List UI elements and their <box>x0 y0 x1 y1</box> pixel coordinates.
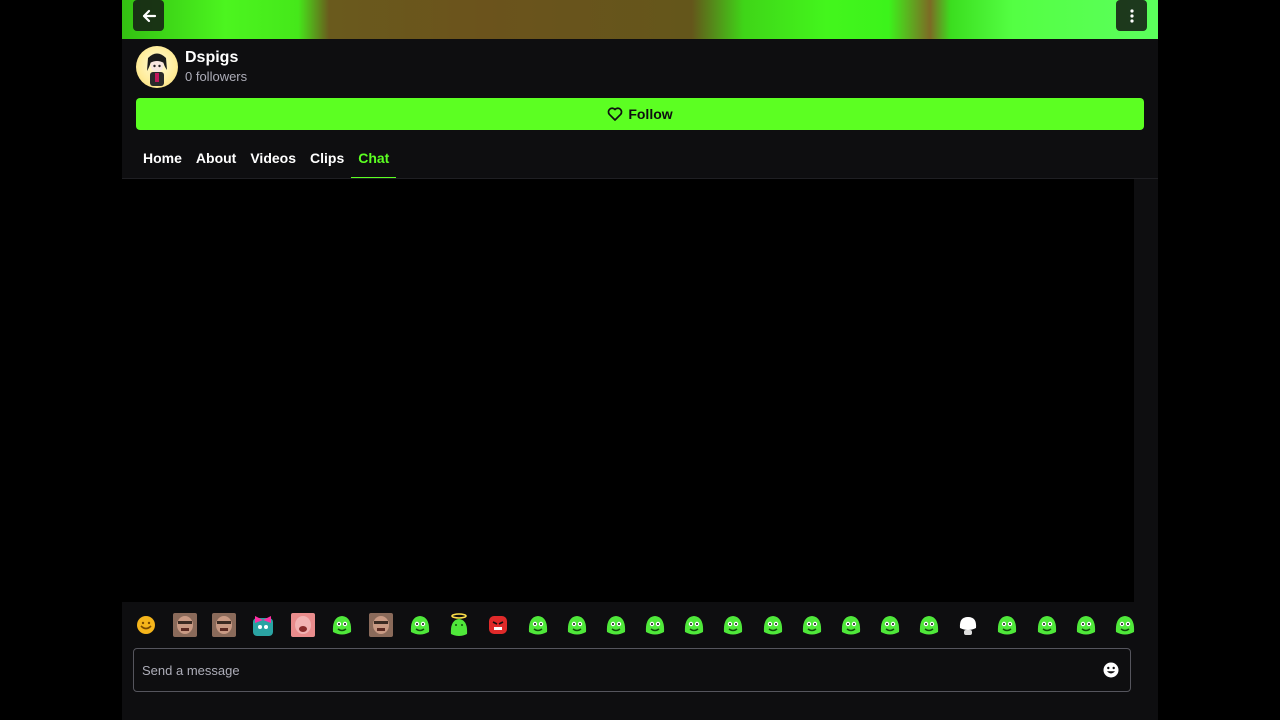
heart-icon <box>607 107 623 121</box>
green-blob-emote[interactable] <box>642 612 668 638</box>
white-blob-emote[interactable] <box>955 612 981 638</box>
more-vertical-icon <box>1129 8 1134 23</box>
green-blob-emote[interactable] <box>407 612 433 638</box>
chat-messages[interactable] <box>122 179 1134 602</box>
green-blob-emote[interactable] <box>720 612 746 638</box>
face-photo-emote[interactable] <box>172 612 198 638</box>
channel-name: Dspigs <box>185 49 239 66</box>
channel-banner <box>122 0 1158 39</box>
green-blob-emote[interactable] <box>1034 612 1060 638</box>
green-blob-emote[interactable] <box>603 612 629 638</box>
emoji-smile-emote[interactable] <box>133 612 159 638</box>
halo-blob-emote[interactable] <box>446 612 472 638</box>
green-blob-emote[interactable] <box>799 612 825 638</box>
chat-scrollbar[interactable] <box>1134 179 1158 602</box>
tab-home[interactable]: Home <box>136 139 189 179</box>
follower-count: 0 followers <box>185 69 248 84</box>
green-blob-emote[interactable] <box>838 612 864 638</box>
green-blob-emote[interactable] <box>681 612 707 638</box>
channel-profile: Dspigs 0 followers <box>136 45 247 89</box>
channel-page: Dspigs 0 followers Follow Home About Vid… <box>122 0 1158 720</box>
crying-face-emote[interactable] <box>290 612 316 638</box>
avatar[interactable] <box>136 46 178 88</box>
avatar-image <box>147 53 167 86</box>
chat-input[interactable] <box>134 649 1100 691</box>
green-blob-emote[interactable] <box>564 612 590 638</box>
smiley-icon <box>1103 662 1119 678</box>
tab-videos[interactable]: Videos <box>243 139 303 179</box>
chat-input-box[interactable] <box>133 648 1131 692</box>
green-blob-emote[interactable] <box>329 612 355 638</box>
back-button[interactable] <box>133 0 164 31</box>
pink-bow-emote[interactable] <box>250 612 276 638</box>
green-blob-emote[interactable] <box>525 612 551 638</box>
green-blob-emote[interactable] <box>877 612 903 638</box>
emote-picker-button[interactable] <box>1102 661 1120 679</box>
more-options-button[interactable] <box>1116 0 1147 31</box>
channel-tabs: Home About Videos Clips Chat <box>136 139 397 179</box>
green-blob-emote[interactable] <box>916 612 942 638</box>
follow-button-label: Follow <box>628 106 673 122</box>
angry-red-emote[interactable] <box>485 612 511 638</box>
green-blob-emote[interactable] <box>994 612 1020 638</box>
tab-clips[interactable]: Clips <box>303 139 351 179</box>
face-photo-emote[interactable] <box>368 612 394 638</box>
tab-chat[interactable]: Chat <box>351 139 397 179</box>
tab-about[interactable]: About <box>189 139 243 179</box>
emote-bar <box>133 608 1138 642</box>
green-blob-emote[interactable] <box>1073 612 1099 638</box>
green-blob-emote[interactable] <box>1112 612 1138 638</box>
follow-button[interactable]: Follow <box>136 98 1144 130</box>
arrow-left-icon <box>142 9 156 22</box>
face-photo-emote[interactable] <box>211 612 237 638</box>
green-blob-emote[interactable] <box>760 612 786 638</box>
